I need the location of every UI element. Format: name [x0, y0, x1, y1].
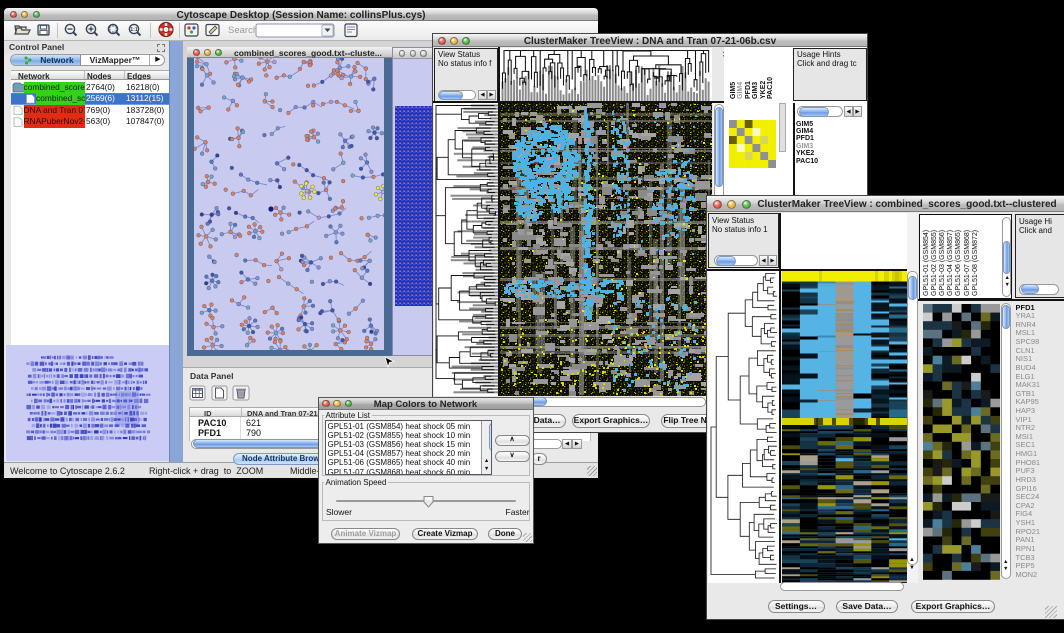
svg-text:1:1: 1:1 — [130, 27, 137, 33]
